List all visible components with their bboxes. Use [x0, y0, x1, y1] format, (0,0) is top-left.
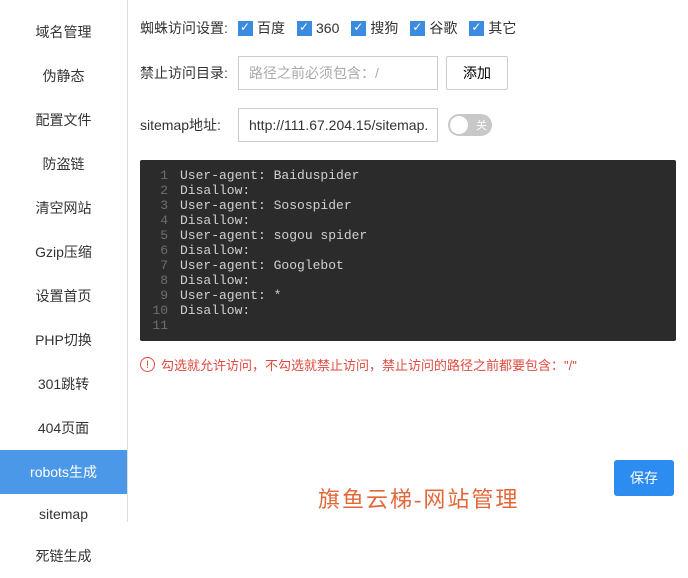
sitemap-input[interactable]: [238, 108, 438, 142]
line-number: 1: [140, 168, 180, 183]
checkbox-icon: [410, 21, 425, 36]
line-number: 9: [140, 288, 180, 303]
sidebar-item-7[interactable]: PHP切换: [0, 318, 127, 362]
code-line: 8Disallow:: [140, 273, 676, 288]
code-line: 7User-agent: Googlebot: [140, 258, 676, 273]
code-text: User-agent: Baiduspider: [180, 168, 359, 183]
main-content: 蜘蛛访问设置: 百度 360 搜狗 谷歌 其它 禁止访问目录: 添加 sitemap地址…: [128, 0, 688, 522]
toggle-label: 关: [476, 117, 487, 133]
sidebar-item-3[interactable]: 防盗链: [0, 142, 127, 186]
code-text: Disallow:: [180, 303, 250, 318]
check-1[interactable]: 360: [297, 20, 339, 36]
sidebar-item-0[interactable]: 域名管理: [0, 10, 127, 54]
code-text: User-agent: sogou spider: [180, 228, 367, 243]
code-line: 1User-agent: Baiduspider: [140, 168, 676, 183]
check-label: 谷歌: [429, 18, 457, 38]
save-button[interactable]: 保存: [614, 460, 674, 496]
sidebar-item-12[interactable]: 死链生成: [0, 534, 127, 578]
line-number: 7: [140, 258, 180, 273]
code-line: 3User-agent: Sosospider: [140, 198, 676, 213]
add-button[interactable]: 添加: [446, 56, 508, 90]
toggle-knob: [450, 116, 468, 134]
check-4[interactable]: 其它: [469, 18, 516, 38]
spider-checks: 百度 360 搜狗 谷歌 其它: [238, 18, 516, 38]
disallow-input[interactable]: [238, 56, 438, 90]
code-text: Disallow:: [180, 183, 250, 198]
code-text: User-agent: Sosospider: [180, 198, 352, 213]
line-number: 4: [140, 213, 180, 228]
warning-icon: !: [140, 357, 155, 372]
sidebar-item-1[interactable]: 伪静态: [0, 54, 127, 98]
spider-label: 蜘蛛访问设置:: [140, 18, 238, 38]
check-label: 搜狗: [370, 18, 398, 38]
line-number: 11: [140, 318, 180, 333]
sidebar-item-11[interactable]: sitemap: [0, 494, 127, 534]
sidebar-item-10[interactable]: robots生成: [0, 450, 127, 494]
watermark-text: 旗鱼云梯-网站管理: [318, 482, 519, 514]
sidebar-item-9[interactable]: 404页面: [0, 406, 127, 450]
check-2[interactable]: 搜狗: [351, 18, 398, 38]
checkbox-icon: [297, 21, 312, 36]
sidebar-item-6[interactable]: 设置首页: [0, 274, 127, 318]
checkbox-icon: [351, 21, 366, 36]
sitemap-label: sitemap地址:: [140, 115, 238, 135]
line-number: 8: [140, 273, 180, 288]
code-line: 10Disallow:: [140, 303, 676, 318]
code-line: 11: [140, 318, 676, 333]
code-text: Disallow:: [180, 243, 250, 258]
line-number: 3: [140, 198, 180, 213]
checkbox-icon: [469, 21, 484, 36]
sitemap-toggle[interactable]: 关: [448, 114, 492, 136]
code-text: Disallow:: [180, 213, 250, 228]
check-label: 360: [316, 20, 339, 36]
disallow-label: 禁止访问目录:: [140, 63, 238, 83]
sitemap-row: sitemap地址: 关: [140, 108, 676, 142]
check-3[interactable]: 谷歌: [410, 18, 457, 38]
sidebar-item-4[interactable]: 清空网站: [0, 186, 127, 230]
sidebar-item-2[interactable]: 配置文件: [0, 98, 127, 142]
code-line: 4Disallow:: [140, 213, 676, 228]
line-number: 2: [140, 183, 180, 198]
check-0[interactable]: 百度: [238, 18, 285, 38]
code-text: Disallow:: [180, 273, 250, 288]
robots-code-editor[interactable]: 1User-agent: Baiduspider2Disallow:3User-…: [140, 160, 676, 341]
spider-row: 蜘蛛访问设置: 百度 360 搜狗 谷歌 其它: [140, 18, 676, 38]
hint-row: ! 勾选就允许访问，不勾选就禁止访问，禁止访问的路径之前都要包含："/": [140, 355, 676, 374]
sidebar: 域名管理伪静态配置文件防盗链清空网站Gzip压缩设置首页PHP切换301跳转40…: [0, 0, 128, 522]
check-label: 百度: [257, 18, 285, 38]
hint-text: 勾选就允许访问，不勾选就禁止访问，禁止访问的路径之前都要包含："/": [161, 355, 577, 374]
line-number: 10: [140, 303, 180, 318]
line-number: 6: [140, 243, 180, 258]
code-text: User-agent: Googlebot: [180, 258, 344, 273]
sidebar-item-5[interactable]: Gzip压缩: [0, 230, 127, 274]
line-number: 5: [140, 228, 180, 243]
code-line: 5User-agent: sogou spider: [140, 228, 676, 243]
code-line: 2Disallow:: [140, 183, 676, 198]
checkbox-icon: [238, 21, 253, 36]
sidebar-item-8[interactable]: 301跳转: [0, 362, 127, 406]
code-line: 9User-agent: *: [140, 288, 676, 303]
check-label: 其它: [488, 18, 516, 38]
disallow-row: 禁止访问目录: 添加: [140, 56, 676, 90]
code-text: User-agent: *: [180, 288, 281, 303]
code-line: 6Disallow:: [140, 243, 676, 258]
